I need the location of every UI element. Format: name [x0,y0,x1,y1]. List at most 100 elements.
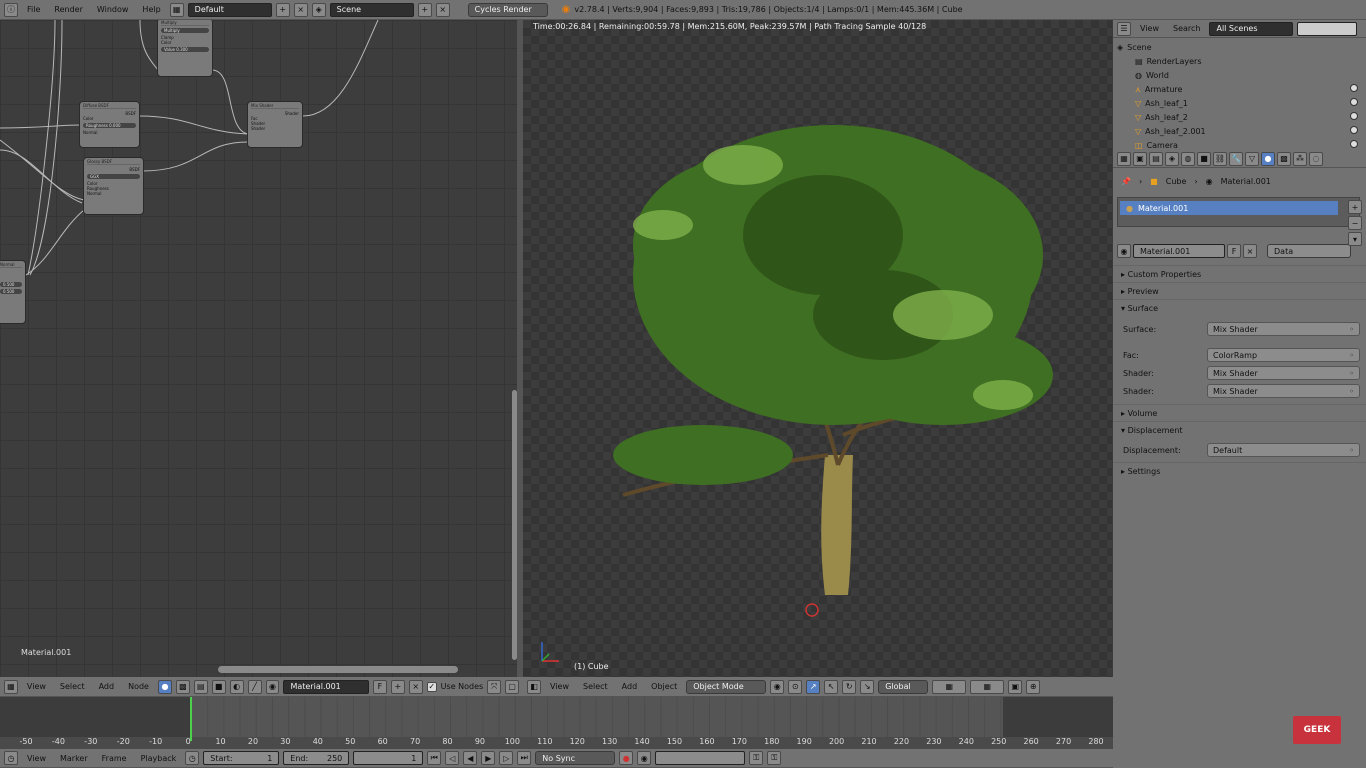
current-frame-marker[interactable] [190,697,192,741]
outliner-filter-select[interactable]: All Scenes [1209,21,1294,36]
layers-2-icon[interactable]: ▦ [970,679,1005,694]
fake-user-button[interactable]: F [1227,244,1241,258]
outliner-item-renderlayers[interactable]: ▤ RenderLayers [1113,54,1366,68]
outliner-search-input[interactable] [1297,21,1358,36]
scene-select[interactable]: Scene [329,2,414,17]
panel-custom-properties[interactable]: ▸ Custom Properties [1113,265,1366,282]
orientation-select[interactable]: Global [878,679,929,694]
menu-help[interactable]: Help [137,5,165,14]
play-icon[interactable]: ▶ [481,751,496,765]
outliner-item-ash-leaf-1[interactable]: ▽ Ash_leaf_1 [1113,96,1366,110]
node-menu-view[interactable]: View [22,682,51,691]
outliner-menu-search[interactable]: Search [1168,24,1205,33]
material-tab-icon[interactable]: ● [1261,151,1275,166]
sync-select[interactable]: No Sync [535,751,616,765]
physics-tab-icon[interactable]: ◌ [1309,151,1323,166]
material-slot-list[interactable]: ● Material.001 [1117,197,1360,227]
render-preview-icon[interactable]: ▣ [1008,679,1023,694]
texture-nodes-icon[interactable]: ▩ [175,679,190,694]
properties-type-icon[interactable]: ▦ [1117,151,1131,166]
constraints-tab-icon[interactable]: ⛓ [1213,151,1227,166]
timeline-menu-playback[interactable]: Playback [136,754,182,763]
visibility-eye-icon[interactable] [1350,84,1358,92]
world-icon[interactable]: ◐ [229,679,244,694]
material-browse-icon[interactable]: ◉ [265,679,280,694]
fac-input-select[interactable]: ColorRamp ◦ [1207,348,1360,362]
viewport-menu-select[interactable]: Select [578,682,613,691]
link-select[interactable]: Data [1267,244,1351,258]
remove-scene-icon[interactable]: × [435,2,450,17]
add-scene-icon[interactable]: + [417,2,432,17]
timeline-menu-view[interactable]: View [22,754,51,763]
node-menu-node[interactable]: Node [123,682,154,691]
shader-2-select[interactable]: Mix Shader ◦ [1207,384,1360,398]
keying-set-field[interactable] [655,751,746,765]
node-menu-add[interactable]: Add [94,682,120,691]
jump-end-icon[interactable]: ⏭ [517,751,532,765]
slot-menu-icon[interactable]: ▾ [1348,232,1362,246]
add-layout-icon[interactable]: + [275,2,290,17]
menu-render[interactable]: Render [49,5,87,14]
snap-icon[interactable]: ▢ [505,679,520,694]
remove-slot-icon[interactable]: − [1348,216,1362,230]
node-diffuse-bsdf[interactable]: Diffuse BSDF BSDF Color Roughness 0.000 … [79,101,140,148]
displacement-select[interactable]: Default ◦ [1207,443,1360,457]
node-editor[interactable]: Multiply Multiply Clamp Color Value 0.30… [0,20,517,677]
panel-preview[interactable]: ▸ Preview [1113,282,1366,299]
remove-layout-icon[interactable]: × [293,2,308,17]
prev-keyframe-icon[interactable]: ◁ [445,751,460,765]
node-multiply[interactable]: Multiply Multiply Clamp Color Value 0.30… [157,20,213,77]
outliner-item-ash-leaf-2[interactable]: ▽ Ash_leaf_2 [1113,110,1366,124]
timeline[interactable]: -50 -40 -30 -20 -10 0 10 20 30 40 50 60 70 80 90 100 110… [0,697,1113,749]
visibility-eye-icon[interactable] [1350,126,1358,134]
scale-icon[interactable]: ↘ [860,679,875,694]
shader-1-select[interactable]: Mix Shader ◦ [1207,366,1360,380]
line-style-icon[interactable]: ╱ [247,679,262,694]
end-frame-field[interactable]: End: 250 [283,751,350,765]
render-tab-icon[interactable]: ▣ [1133,151,1147,166]
viewport-menu-view[interactable]: View [545,682,574,691]
menu-window[interactable]: Window [92,5,134,14]
viewport-editor-type-icon[interactable]: ◧ [527,679,541,694]
modifiers-tab-icon[interactable]: 🔧 [1229,151,1243,166]
timeline-menu-marker[interactable]: Marker [55,754,93,763]
manipulator-icon[interactable]: ↗ [806,679,821,694]
outliner-menu-view[interactable]: View [1135,24,1164,33]
scene-icon[interactable]: ◈ [311,2,326,17]
outliner-item-ash-leaf-2-001[interactable]: ▽ Ash_leaf_2.001 [1113,124,1366,138]
material-name-field[interactable]: Material.001 [283,679,369,694]
outliner-item-world[interactable]: ◍ World [1113,68,1366,82]
world-tab-icon[interactable]: ◍ [1181,151,1195,166]
node-mix-shader[interactable]: Mix Shader Shader Fac Shader Shader [247,101,303,148]
keying-set-icon[interactable]: ◉ [637,751,652,765]
layers-icon[interactable]: ▦ [932,679,967,694]
layout-icon[interactable]: ▦ [169,2,184,17]
rotate-icon[interactable]: ↻ [842,679,857,694]
visibility-eye-icon[interactable] [1350,98,1358,106]
layers-tab-icon[interactable]: ▤ [1149,151,1163,166]
node-normal[interactable]: Normal 0.500 0.500 [0,260,26,324]
translate-icon[interactable]: ↖ [824,679,839,694]
node-glossy-bsdf[interactable]: Glossy BSDF BSDF GGX Color Roughness Nor… [83,157,144,215]
material-name-input[interactable]: Material.001 [1133,244,1225,258]
visibility-eye-icon[interactable] [1350,112,1358,120]
panel-settings[interactable]: ▸ Settings [1113,462,1366,479]
start-frame-field[interactable]: Start: 1 [203,751,280,765]
scene-tab-icon[interactable]: ◈ [1165,151,1179,166]
mode-select[interactable]: Object Mode [686,679,767,694]
insert-keyframe-icon[interactable]: ⚿ [749,751,764,765]
record-icon[interactable]: ● [619,751,634,765]
compositor-nodes-icon[interactable]: ▤ [193,679,208,694]
outliner-type-icon[interactable]: ☰ [1117,21,1131,36]
unlink-material-icon[interactable]: × [408,679,423,694]
node-editor-type-icon[interactable]: ▦ [4,679,18,694]
object-icon[interactable]: ■ [211,679,226,694]
jump-start-icon[interactable]: ⏮ [427,751,442,765]
next-keyframe-icon[interactable]: ▷ [499,751,514,765]
surface-shader-select[interactable]: Mix Shader ◦ [1207,322,1360,336]
timeline-type-icon[interactable]: ◷ [4,751,18,765]
add-slot-icon[interactable]: + [1348,200,1362,214]
3d-viewport[interactable]: Time:00:26.84 | Remaining:00:59.78 | Mem… [523,20,1112,677]
current-frame-field[interactable]: 1 [353,751,424,765]
outliner-item-armature[interactable]: ⋏ Armature [1113,82,1366,96]
